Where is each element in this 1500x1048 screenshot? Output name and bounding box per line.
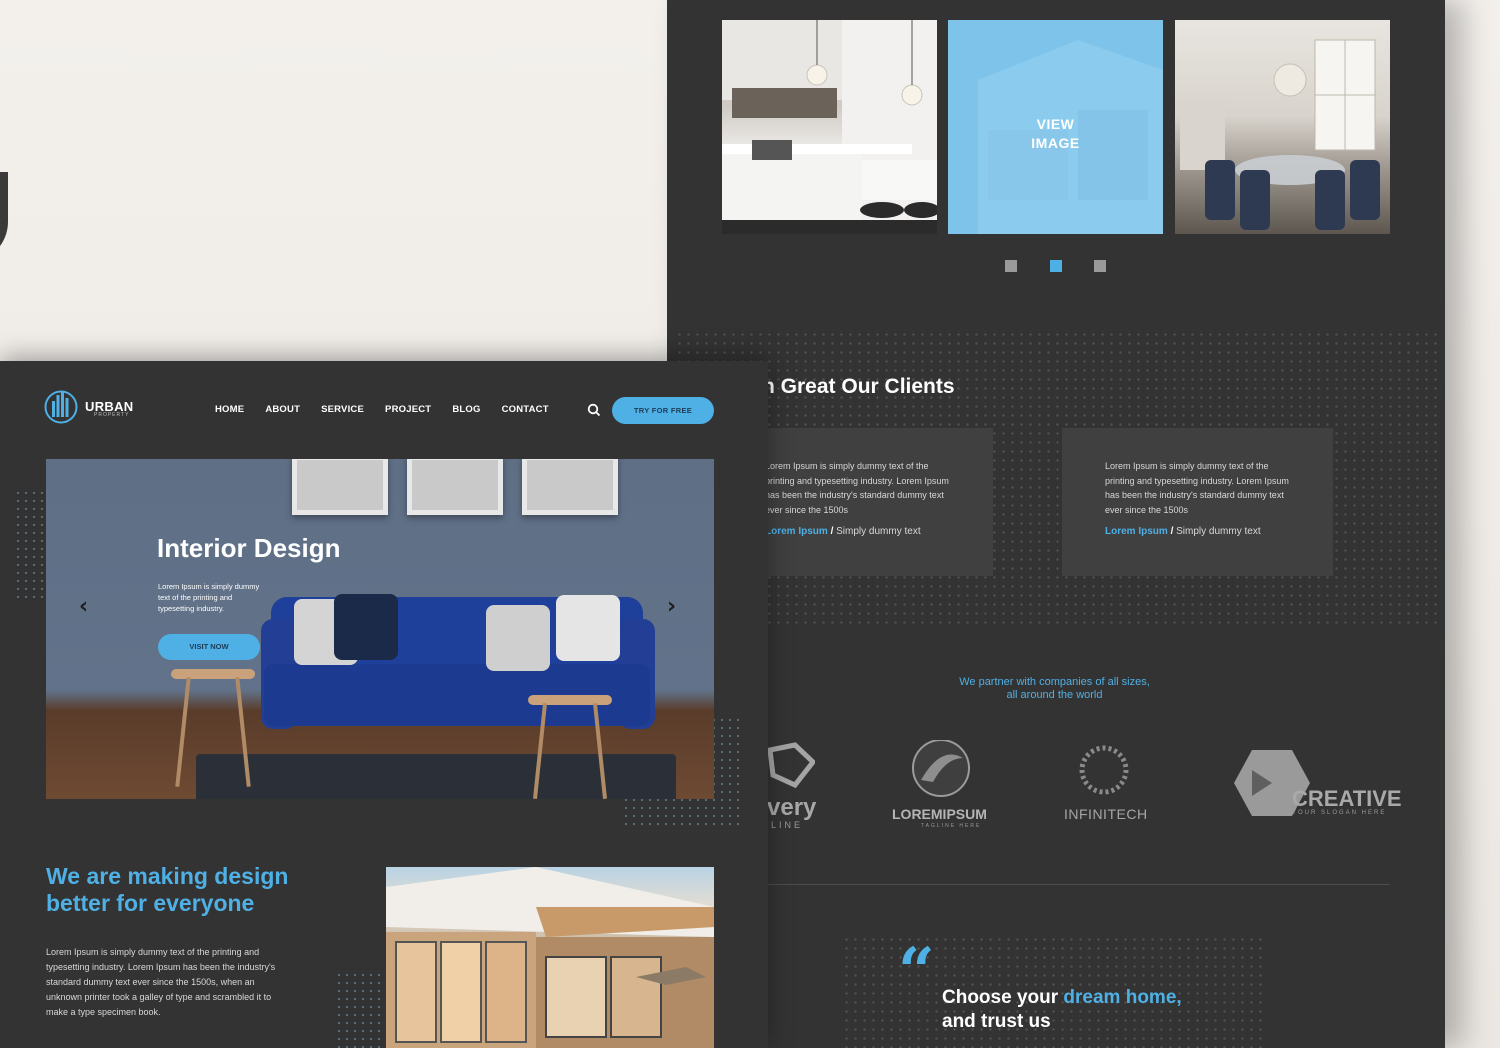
background-decor-shape [0, 172, 8, 262]
nav-project[interactable]: PROJECT [385, 404, 431, 415]
about-dot-pattern [335, 971, 387, 1048]
hero-dot-pattern-left [14, 489, 46, 599]
wall-frame-2 [407, 459, 503, 515]
table-leg [175, 677, 191, 787]
author-separator: / [830, 526, 834, 537]
testimonial-card-2: Lorem Ipsum is simply dummy text of the … [1062, 428, 1333, 576]
chevron-right-icon[interactable]: › [667, 594, 676, 619]
very-logo-text: very [767, 794, 817, 821]
partner-logo-very: very LINE [765, 740, 817, 830]
about-text: Lorem Ipsum is simply dummy text of the … [46, 947, 276, 1017]
about-heading: We are making design better for everyone [46, 863, 289, 916]
side-table-left [171, 669, 255, 679]
chevron-left-icon[interactable]: ‹ [79, 594, 88, 619]
gallery-image-kitchen[interactable] [722, 20, 937, 234]
testimonial-author: Lorem Ipsum / Simply dummy text [1105, 526, 1261, 537]
author-role: Simply dummy text [1176, 526, 1261, 537]
dining-illustration [1180, 39, 1380, 230]
partner-text: We partner with companies of all sizes, … [959, 676, 1150, 701]
nav-blog[interactable]: BLOG [452, 404, 480, 415]
slogan-pre: Choose your [942, 987, 1059, 1008]
testimonial-text: Lorem Ipsum is simply dummy text of the … [1105, 461, 1289, 515]
gallery-pager-dot-2[interactable] [1050, 260, 1062, 272]
nav-contact[interactable]: CONTACT [502, 404, 549, 415]
gallery-pager-dot-3[interactable] [1094, 260, 1106, 272]
creative-logo-text: CREATIVE [1292, 786, 1402, 811]
clients-section-title: n Great Our Clients [762, 375, 955, 398]
very-logo-sub: LINE [771, 820, 804, 830]
kitchen-illustration [722, 20, 937, 234]
nav-home[interactable]: HOME [215, 404, 244, 415]
side-table-right [528, 695, 612, 705]
view-image-label[interactable]: VIEW IMAGE [948, 115, 1163, 153]
quote-slogan: Choose your dream home, and trust us [942, 986, 1262, 1034]
gallery-pager-dot-1[interactable] [1005, 260, 1017, 272]
author-name: Lorem Ipsum [1105, 526, 1168, 537]
pillow-4 [556, 595, 620, 661]
quote-icon: “ [898, 934, 935, 1009]
brand-subtitle: PROPERTY [94, 412, 130, 418]
urban-logo-icon [44, 390, 78, 424]
search-icon[interactable] [587, 403, 601, 417]
visit-now-button[interactable]: VISIT NOW [158, 634, 260, 660]
hero-banner: Interior Design Lorem Ipsum is simply du… [46, 459, 714, 799]
hero-title: Interior Design [157, 533, 341, 563]
back-page-mockup: VIEW IMAGE n Great Our Clients Lorem Ips… [667, 0, 1445, 1048]
infinitech-logo-icon [1079, 745, 1129, 795]
try-for-free-button[interactable]: TRY FOR FREE [612, 397, 714, 424]
slogan-accent: dream home, [1063, 987, 1182, 1008]
loremipsum-logo-sub: TAGLINE HERE [921, 823, 982, 829]
wall-frame-3 [522, 459, 618, 515]
very-logo-icon [767, 742, 817, 789]
author-name: Lorem Ipsum [765, 526, 828, 537]
infinitech-logo-text: INFINITECH [1064, 806, 1148, 822]
creative-logo-sub: YOUR SLOGAN HERE [1292, 810, 1387, 816]
pillow-2 [334, 594, 398, 660]
house-photo [386, 867, 714, 1048]
house-illustration [386, 867, 714, 1048]
testimonial-author: Lorem Ipsum / Simply dummy text [765, 526, 921, 537]
main-nav: HOME ABOUT SERVICE PROJECT BLOG CONTACT [215, 404, 549, 415]
loremipsum-logo-text: LOREMIPSUM [892, 806, 987, 822]
section-divider [762, 884, 1390, 885]
pillow-3 [486, 605, 550, 671]
partner-logo-creative: CREATIVE YOUR SLOGAN HERE [1232, 750, 1402, 821]
gallery-image-view[interactable]: VIEW IMAGE [948, 20, 1163, 234]
wall-frame-1 [292, 459, 388, 515]
gallery-image-dining[interactable] [1175, 20, 1390, 234]
nav-service[interactable]: SERVICE [321, 404, 364, 415]
loremipsum-logo-icon [912, 740, 970, 797]
testimonial-text: Lorem Ipsum is simply dummy text of the … [765, 461, 949, 515]
front-page-mockup: URBAN PROPERTY HOME ABOUT SERVICE PROJEC… [0, 361, 768, 1048]
author-separator: / [1170, 526, 1174, 537]
partner-logo-infinitech: INFINITECH [1064, 740, 1147, 822]
author-role: Simply dummy text [836, 526, 921, 537]
hero-text: Lorem Ipsum is simply dummy text of the … [158, 582, 260, 613]
nav-about[interactable]: ABOUT [265, 404, 300, 415]
slogan-post: and trust us [942, 1011, 1051, 1032]
